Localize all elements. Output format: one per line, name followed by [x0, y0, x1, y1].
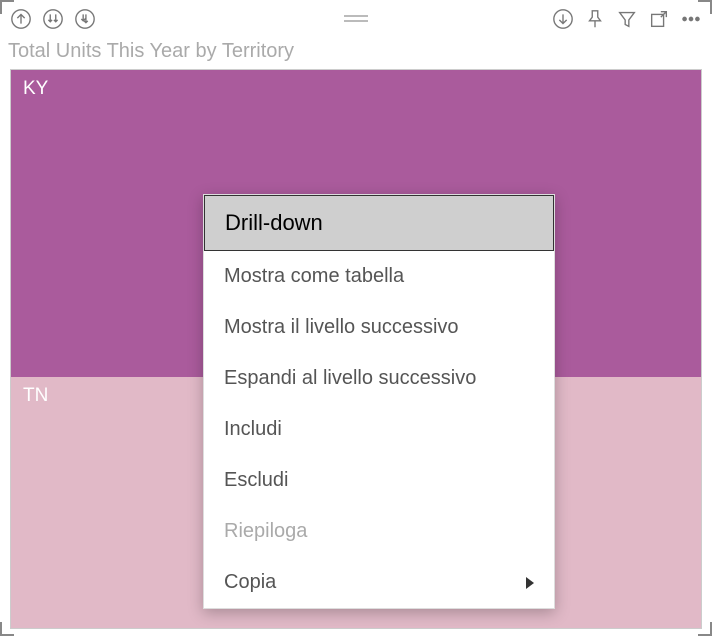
visual-toolbar — [0, 0, 712, 38]
menu-label: Riepiloga — [224, 520, 307, 543]
menu-item-exclude[interactable]: Escludi — [204, 455, 554, 506]
drill-down-all-icon[interactable] — [40, 6, 66, 32]
selection-corner-br — [698, 622, 712, 636]
menu-item-copy[interactable]: Copia — [204, 557, 554, 608]
menu-label: Copia — [224, 571, 276, 594]
menu-item-summarize: Riepiloga — [204, 506, 554, 557]
menu-label: Includi — [224, 418, 282, 441]
filter-icon[interactable] — [614, 6, 640, 32]
focus-mode-icon[interactable] — [646, 6, 672, 32]
toolbar-left-group — [8, 6, 98, 32]
menu-label: Drill-down — [225, 210, 323, 236]
menu-item-drill-down[interactable]: Drill-down — [204, 195, 554, 251]
drill-mode-icon[interactable] — [550, 6, 576, 32]
menu-label: Espandi al livello successivo — [224, 367, 476, 390]
menu-item-expand-next-level[interactable]: Espandi al livello successivo — [204, 353, 554, 404]
context-menu: Drill-down Mostra come tabella Mostra il… — [203, 194, 555, 609]
selection-corner-tr — [698, 0, 712, 14]
menu-item-show-as-table[interactable]: Mostra come tabella — [204, 251, 554, 302]
menu-item-include[interactable]: Includi — [204, 404, 554, 455]
selection-corner-tl — [0, 0, 14, 14]
treemap-visual[interactable]: KY TN Drill-down Mostra come tabella Mos… — [10, 69, 702, 629]
toolbar-right-group — [550, 6, 704, 32]
tile-label: KY — [23, 78, 48, 99]
visual-title: Total Units This Year by Territory — [0, 38, 712, 65]
pin-icon[interactable] — [582, 6, 608, 32]
menu-label: Mostra il livello successivo — [224, 316, 459, 339]
menu-item-show-next-level[interactable]: Mostra il livello successivo — [204, 302, 554, 353]
expand-next-level-icon[interactable] — [72, 6, 98, 32]
menu-label: Escludi — [224, 469, 288, 492]
selection-corner-bl — [0, 622, 14, 636]
drag-handle-icon[interactable] — [344, 15, 368, 25]
chevron-right-icon — [526, 577, 534, 589]
menu-label: Mostra come tabella — [224, 265, 404, 288]
tile-label: TN — [23, 385, 48, 406]
